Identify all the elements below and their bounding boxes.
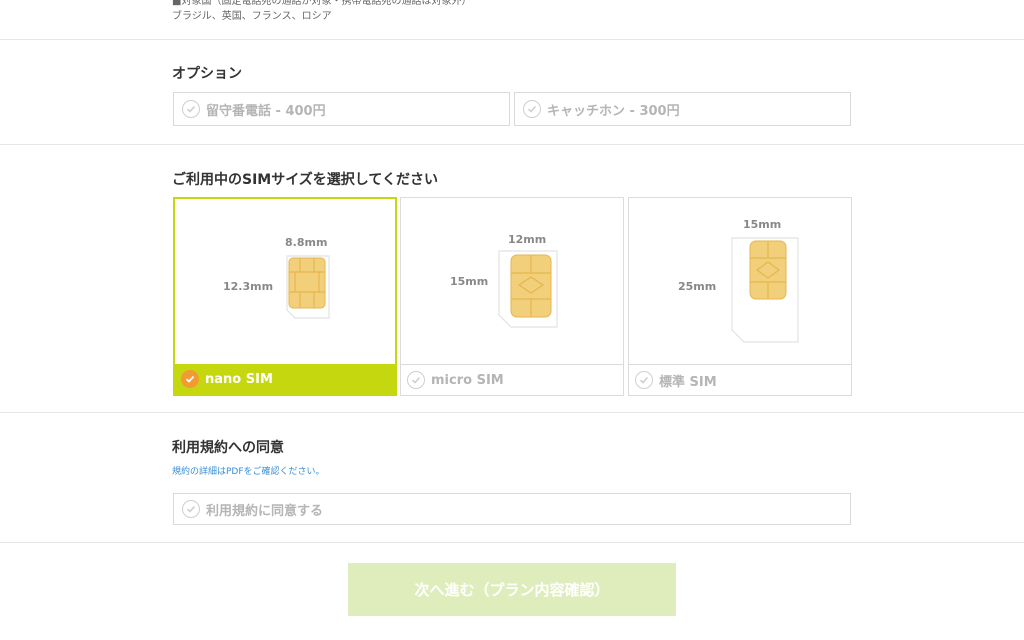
sim-card-standard[interactable]: 15mm 25mm 標準 SIM: [628, 197, 852, 396]
sim-size-title: ご利用中のSIMサイズを選択してください: [172, 172, 438, 188]
check-icon: [407, 371, 425, 389]
check-icon: [523, 100, 541, 118]
sim-chip-icon: [731, 237, 799, 343]
sim-height-label: 15mm: [450, 275, 489, 288]
country-note-line2: ブラジル、英国、フランス、ロシア: [172, 11, 332, 22]
option-call-waiting-label: キャッチホン - 300円: [547, 103, 680, 119]
option-voicemail[interactable]: 留守番電話 - 400円: [173, 92, 510, 126]
terms-agree-label: 利用規約に同意する: [206, 503, 324, 519]
divider: [0, 144, 1024, 145]
sim-card-label: 標準 SIM: [659, 374, 717, 390]
sim-width-label: 15mm: [743, 218, 782, 231]
next-button[interactable]: 次へ進む（プラン内容確認）: [348, 563, 676, 616]
divider: [0, 542, 1024, 543]
option-voicemail-label: 留守番電話 - 400円: [206, 103, 326, 119]
sim-card-footer: micro SIM: [401, 364, 623, 395]
sim-card-footer: 標準 SIM: [629, 364, 851, 395]
sim-card-nano[interactable]: 8.8mm 12.3mm nano SIM: [173, 197, 397, 396]
sim-card-micro[interactable]: 12mm 15mm micro SIM: [400, 197, 624, 396]
divider: [0, 39, 1024, 40]
sim-chip-icon: [286, 255, 330, 319]
check-icon: [181, 370, 199, 388]
sim-card-label: micro SIM: [431, 372, 504, 388]
sim-width-label: 12mm: [508, 233, 547, 246]
sim-width-label: 8.8mm: [285, 236, 328, 249]
sim-card-label: nano SIM: [205, 371, 273, 387]
sim-chip-icon: [498, 250, 558, 328]
sim-height-label: 25mm: [678, 280, 717, 293]
sim-height-label: 12.3mm: [223, 280, 274, 293]
check-icon: [182, 100, 200, 118]
option-call-waiting[interactable]: キャッチホン - 300円: [514, 92, 851, 126]
terms-agree-checkbox[interactable]: 利用規約に同意する: [173, 493, 851, 525]
country-note-line1: ■対象国（固定電話宛の通話が対象・携帯電話宛の通話は対象外）: [172, 0, 472, 7]
divider: [0, 412, 1024, 413]
options-title: オプション: [172, 66, 242, 82]
terms-pdf-link[interactable]: 規約の詳細はPDFをご確認ください。: [172, 464, 325, 477]
sim-card-footer: nano SIM: [175, 364, 395, 394]
check-icon: [635, 371, 653, 389]
terms-title: 利用規約への同意: [172, 440, 284, 456]
check-icon: [182, 500, 200, 518]
